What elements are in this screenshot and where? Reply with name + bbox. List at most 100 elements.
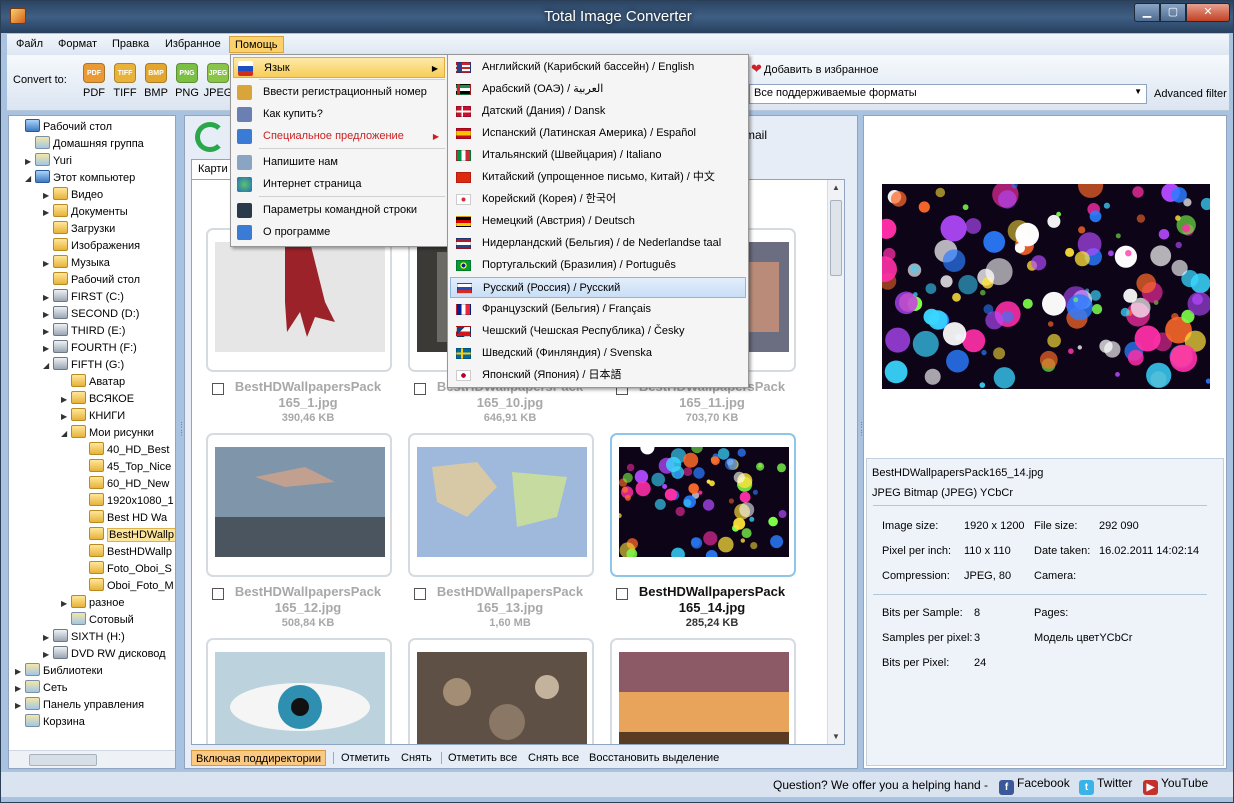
tree-item[interactable]: BestHDWallp — [79, 544, 172, 561]
expand-toggle-icon[interactable]: ▶ — [61, 408, 71, 425]
thumbnail-checkbox[interactable] — [212, 588, 224, 600]
vertical-scrollbar[interactable]: ▲ ▼ — [827, 180, 844, 744]
language-option-china[interactable]: Китайский (упрощенное письмо, Китай) / 中… — [450, 167, 746, 188]
tree-item[interactable]: Oboi_Foto_M — [79, 578, 174, 595]
add-to-favorites-button[interactable]: ❤ Добавить в избранное — [751, 61, 878, 77]
menu-format[interactable]: Формат — [53, 36, 102, 53]
uncheck-all-button[interactable]: Снять все — [524, 750, 583, 766]
tree-item[interactable]: 45_Top_Nice — [79, 459, 171, 476]
language-option-denmark[interactable]: Датский (Дания) / Dansk — [450, 101, 746, 122]
check-button[interactable]: Отметить — [337, 750, 394, 766]
tree-item[interactable]: ◢ Мои рисунки — [61, 425, 154, 442]
language-option-russia[interactable]: Русский (Россия) / Русский — [450, 277, 746, 298]
thumbnail-frame[interactable] — [206, 228, 392, 372]
expand-toggle-icon[interactable]: ▶ — [43, 255, 53, 272]
tree-item[interactable]: ▶ Библиотеки — [15, 663, 103, 680]
menu-file[interactable]: Файл — [11, 36, 48, 53]
tree-item[interactable]: Корзина — [15, 714, 85, 731]
thumbnail-frame[interactable] — [206, 433, 392, 577]
language-option-spain[interactable]: Испанский (Латинская Америка) / Español — [450, 123, 746, 144]
advanced-filter-link[interactable]: Advanced filter — [1154, 88, 1227, 100]
check-all-button[interactable]: Отметить все — [444, 750, 521, 766]
tree-item[interactable]: Загрузки — [43, 221, 115, 238]
thumbnail-frame[interactable] — [408, 433, 594, 577]
menu-favorites[interactable]: Избранное — [160, 36, 226, 53]
title-bar[interactable]: Total Image Converter ▁ ▢ ✕ — [1, 1, 1233, 33]
expand-toggle-icon[interactable]: ▶ — [15, 663, 25, 680]
help-menu-item[interactable]: Язык ▶ — [233, 57, 445, 78]
tree-item[interactable]: ▶ THIRD (E:) — [43, 323, 125, 340]
expand-toggle-icon[interactable]: ▶ — [43, 306, 53, 323]
tree-item[interactable]: ▶ Документы — [43, 204, 128, 221]
scroll-up-icon[interactable]: ▲ — [832, 183, 840, 192]
file-filter-dropdown[interactable]: Все поддерживаемые форматы ▼ — [749, 84, 1147, 104]
expand-toggle-icon[interactable]: ▶ — [15, 680, 25, 697]
tree-item[interactable]: Домашняя группа — [25, 136, 144, 153]
expand-toggle-icon[interactable]: ▶ — [43, 646, 53, 663]
tree-item[interactable]: ▶ ВСЯКОЕ — [61, 391, 134, 408]
youtube-link[interactable]: ▶ YouTube — [1143, 776, 1208, 795]
tree-item[interactable]: Best HD Wa — [79, 510, 167, 527]
tree-item[interactable]: 1920x1080_1 — [79, 493, 174, 510]
twitter-link[interactable]: t Twitter — [1079, 776, 1132, 795]
horizontal-scrollbar[interactable] — [9, 750, 175, 768]
convert-pdf-button[interactable]: PDF PDF — [79, 63, 109, 99]
language-option-czech[interactable]: Чешский (Чешская Республика) / Česky — [450, 321, 746, 342]
restore-selection-button[interactable]: Восстановить выделение — [585, 750, 723, 766]
include-subdirs-button[interactable]: Включая поддиректории — [191, 750, 326, 766]
convert-jpeg-button[interactable]: JPEG JPEG — [203, 63, 233, 99]
convert-tiff-button[interactable]: TIFF TIFF — [110, 63, 140, 99]
tree-item[interactable]: ▶ SIXTH (H:) — [43, 629, 125, 646]
help-menu-item[interactable]: Ввести регистрационный номер — [233, 82, 445, 103]
language-option-italy[interactable]: Итальянский (Швейцария) / Italiano — [450, 145, 746, 166]
language-option-usa[interactable]: Английский (Карибский бассейн) / English — [450, 57, 746, 78]
help-menu-item[interactable]: Интернет страница — [233, 174, 445, 195]
tree-item[interactable]: ▶ SECOND (D:) — [43, 306, 139, 323]
thumbnail-frame[interactable] — [610, 638, 796, 744]
tree-item[interactable]: ◢ FIFTH (G:) — [43, 357, 124, 374]
tree-item[interactable]: ▶ FIRST (C:) — [43, 289, 124, 306]
tab-pictures[interactable]: Карти — [191, 159, 231, 179]
language-option-brazil[interactable]: Португальский (Бразилия) / Português — [450, 255, 746, 276]
thumbnail-checkbox[interactable] — [616, 588, 628, 600]
tree-item[interactable]: Сотовый — [61, 612, 134, 629]
expand-toggle-icon[interactable]: ▶ — [43, 289, 53, 306]
tree-item[interactable]: Рабочий стол — [15, 119, 112, 136]
tree-item[interactable]: Рабочий стол — [43, 272, 140, 289]
minimize-button[interactable]: ▁ — [1134, 3, 1160, 22]
uncheck-button[interactable]: Снять — [397, 750, 436, 766]
convert-png-button[interactable]: PNG PNG — [172, 63, 202, 99]
thumbnail-frame[interactable] — [206, 638, 392, 744]
language-option-sweden[interactable]: Шведский (Финляндия) / Svenska — [450, 343, 746, 364]
tree-item[interactable]: ▶ разное — [61, 595, 124, 612]
tree-item[interactable]: ▶ FOURTH (F:) — [43, 340, 137, 357]
tree-item[interactable]: 40_HD_Best — [79, 442, 169, 459]
expand-toggle-icon[interactable]: ▶ — [61, 391, 71, 408]
help-menu-item[interactable]: О программе — [233, 222, 445, 243]
expand-toggle-icon[interactable]: ▶ — [61, 595, 71, 612]
menu-help[interactable]: Помощь — [229, 36, 284, 53]
language-option-netherlands[interactable]: Нидерландский (Бельгия) / de Nederlandse… — [450, 233, 746, 254]
thumbnail-frame[interactable] — [610, 433, 796, 577]
expand-toggle-icon[interactable]: ▶ — [43, 187, 53, 204]
scroll-thumb[interactable] — [29, 754, 97, 766]
tree-item[interactable]: BestHDWallp — [79, 527, 175, 544]
expand-toggle-icon[interactable]: ◢ — [25, 170, 35, 187]
facebook-link[interactable]: f Facebook — [999, 776, 1070, 795]
expand-toggle-icon[interactable]: ▶ — [43, 629, 53, 646]
tree-item[interactable]: Foto_Oboi_S — [79, 561, 172, 578]
language-option-germany[interactable]: Немецкий (Австрия) / Deutsch — [450, 211, 746, 232]
tree-item[interactable]: ▶ Сеть — [15, 680, 67, 697]
expand-toggle-icon[interactable]: ▶ — [15, 697, 25, 714]
language-option-arab[interactable]: Арабский (ОАЭ) / العربية — [450, 79, 746, 100]
refresh-icon[interactable] — [195, 122, 225, 152]
tree-item[interactable]: 60_HD_New — [79, 476, 169, 493]
help-menu-item[interactable]: Как купить? — [233, 104, 445, 125]
expand-toggle-icon[interactable]: ◢ — [61, 425, 71, 442]
maximize-button[interactable]: ▢ — [1160, 3, 1186, 22]
language-option-france[interactable]: Французский (Бельгия) / Français — [450, 299, 746, 320]
menu-edit[interactable]: Правка — [107, 36, 154, 53]
convert-bmp-button[interactable]: BMP BMP — [141, 63, 171, 99]
tree-item[interactable]: ◢ Этот компьютер — [25, 170, 135, 187]
language-option-japan[interactable]: Японский (Япония) / 日本語 — [450, 365, 746, 386]
